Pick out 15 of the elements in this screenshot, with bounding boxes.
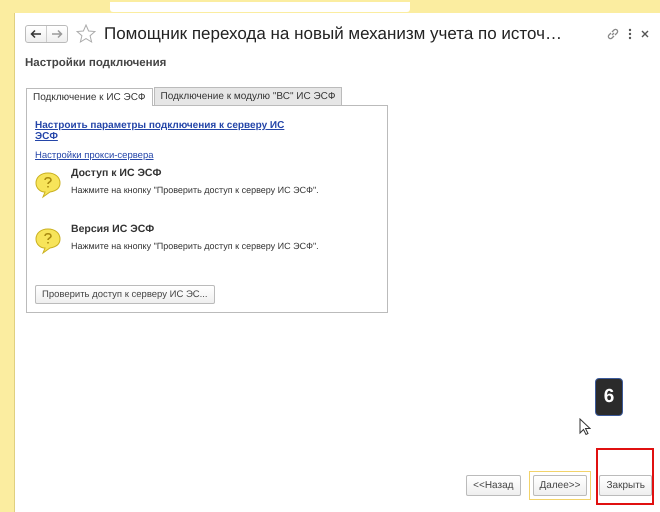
- next-button[interactable]: Далее>>: [532, 475, 588, 496]
- status-text: Нажмите на кнопку "Проверить доступ к серверу ИС ЭСФ".: [71, 241, 319, 251]
- check-access-button[interactable]: Проверить доступ к серверу ИС ЭС...: [35, 285, 215, 304]
- tab[interactable]: Подключение к ИС ЭСФ: [26, 88, 153, 106]
- tab[interactable]: Подключение к модулю "ВС" ИС ЭСФ: [154, 87, 342, 105]
- back-button[interactable]: <<Назад: [466, 475, 520, 496]
- window-title: Помощник перехода на новый механизм учета по источ…: [104, 24, 563, 44]
- close-button[interactable]: Закрыть: [599, 475, 652, 496]
- step-badge: 6: [595, 378, 623, 416]
- proxy-settings-link[interactable]: Настройки прокси-сервера: [35, 150, 154, 161]
- status-text: Нажмите на кнопку "Проверить доступ к серверу ИС ЭСФ".: [71, 185, 319, 195]
- section-title: Настройки подключения: [24, 56, 168, 69]
- connection-settings-link[interactable]: Настроить параметры подключения к серверу ИС ЭСФ: [35, 120, 305, 142]
- status-title: Версия ИС ЭСФ: [71, 223, 156, 235]
- status-title: Доступ к ИС ЭСФ: [71, 167, 162, 179]
